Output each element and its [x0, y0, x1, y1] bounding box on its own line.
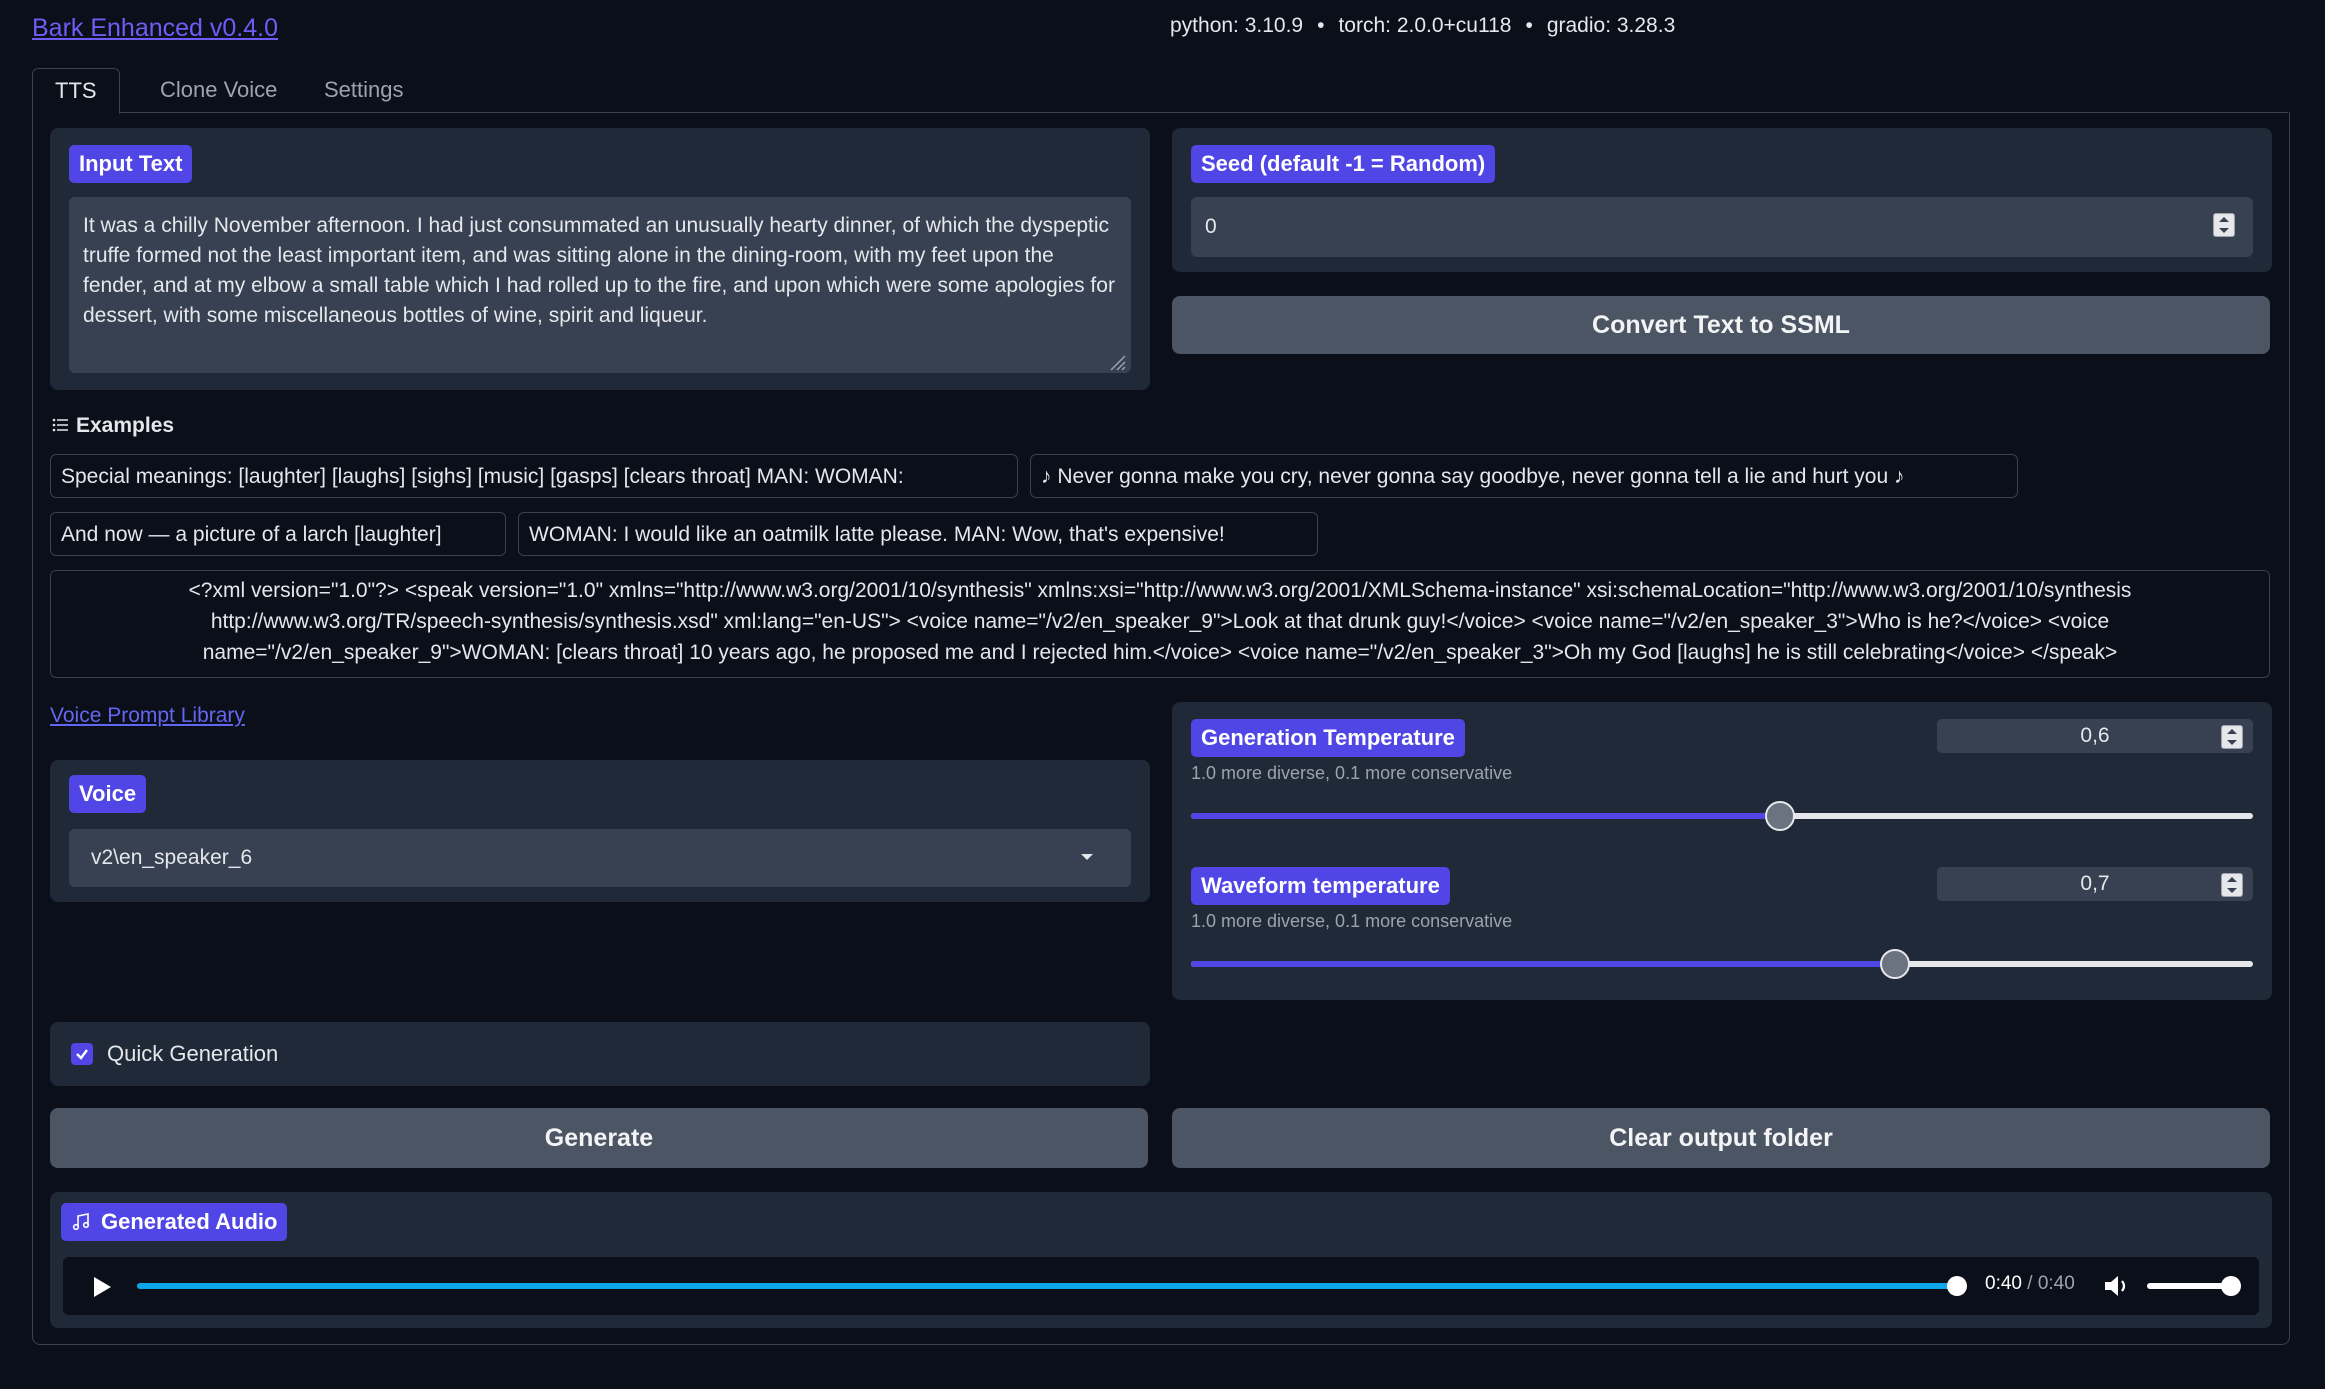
voice-select[interactable]: v2\en_speaker_6	[69, 829, 1131, 887]
list-icon	[52, 414, 68, 438]
quick-generation-label: Quick Generation	[107, 1041, 279, 1066]
app-title-link[interactable]: Bark Enhanced v0.4.0	[32, 14, 278, 43]
version-info: python: 3.10.9 • torch: 2.0.0+cu118 • gradio…	[1170, 14, 1675, 38]
generation-temperature-value: 0,6	[2080, 724, 2110, 747]
voice-label: Voice	[69, 775, 147, 813]
generation-temperature-slider[interactable]	[1191, 801, 2253, 831]
waveform-temperature-slider[interactable]	[1191, 949, 2253, 979]
quick-generation-block: Quick Generation	[50, 1022, 1150, 1086]
volume-thumb[interactable]	[2221, 1276, 2241, 1296]
slider-thumb[interactable]	[1765, 801, 1796, 831]
voice-prompt-library-link[interactable]: Voice Prompt Library	[50, 704, 245, 728]
voice-selected-value: v2\en_speaker_6	[91, 846, 253, 869]
example-item[interactable]: ♪ Never gonna make you cry, never gonna …	[1030, 454, 2018, 498]
waveform-temperature-value: 0,7	[2080, 872, 2110, 895]
clear-output-folder-button[interactable]: Clear output folder	[1172, 1108, 2270, 1168]
seed-value: 0	[1205, 215, 1217, 238]
audio-progress-fill	[137, 1283, 1957, 1289]
waveform-temperature-spinner-icon[interactable]	[2221, 873, 2243, 897]
waveform-temperature-label: Waveform temperature	[1191, 867, 1450, 905]
slider-fill	[1191, 813, 1781, 819]
generation-temperature-info: 1.0 more diverse, 0.1 more conservative	[1191, 763, 1513, 783]
waveform-temperature-input[interactable]: 0,7	[1937, 867, 2253, 901]
input-text-area[interactable]: It was a chilly November afternoon. I ha…	[69, 197, 1131, 373]
audio-progress-bar[interactable]	[137, 1276, 1967, 1296]
examples-label: Examples	[76, 414, 175, 437]
generated-audio-label: Generated Audio	[61, 1203, 288, 1241]
python-version: python: 3.10.9	[1170, 14, 1304, 37]
generated-audio-label-text: Generated Audio	[101, 1209, 278, 1234]
tab-tts[interactable]: TTS	[32, 68, 120, 114]
music-note-icon	[72, 1213, 90, 1231]
seed-block: Seed (default -1 = Random) 0	[1172, 128, 2272, 272]
audio-time: 0:40 / 0:40	[1985, 1273, 2075, 1295]
gradio-version: gradio: 3.28.3	[1546, 14, 1676, 37]
audio-current-time: 0:40	[1985, 1273, 2022, 1294]
torch-version: torch: 2.0.0+cu118	[1338, 14, 1512, 37]
example-item[interactable]: <?xml version="1.0"?> <speak version="1.…	[50, 570, 2270, 678]
quick-generation-checkbox[interactable]	[71, 1043, 93, 1065]
voice-block: Voice v2\en_speaker_6	[50, 760, 1150, 902]
play-icon[interactable]	[91, 1275, 113, 1299]
volume-fill	[2147, 1283, 2231, 1289]
slider-fill	[1191, 961, 1896, 967]
input-text-block: Input Text It was a chilly November afte…	[50, 128, 1150, 390]
volume-icon[interactable]	[2103, 1273, 2131, 1299]
resize-handle-icon[interactable]	[1109, 354, 1127, 372]
tab-bar: TTS Clone Voice Settings	[32, 68, 2288, 114]
generation-temperature-spinner-icon[interactable]	[2221, 725, 2243, 749]
seed-label: Seed (default -1 = Random)	[1191, 145, 1496, 183]
input-text-label: Input Text	[69, 145, 193, 183]
volume-slider[interactable]	[2147, 1276, 2241, 1296]
generate-button[interactable]: Generate	[50, 1108, 1148, 1168]
convert-to-ssml-button[interactable]: Convert Text to SSML	[1172, 296, 2270, 354]
seed-spinner-icon[interactable]	[2213, 213, 2235, 237]
example-item[interactable]: And now — a picture of a larch [laughter…	[50, 512, 506, 556]
temperature-block: Generation Temperature 0,6 1.0 more dive…	[1172, 702, 2272, 1000]
tab-settings[interactable]: Settings	[302, 68, 426, 112]
time-separator: /	[2027, 1273, 2033, 1294]
audio-total-time: 0:40	[2037, 1273, 2075, 1294]
generation-temperature-input[interactable]: 0,6	[1937, 719, 2253, 753]
generation-temperature-label: Generation Temperature	[1191, 719, 1465, 757]
separator: •	[1525, 14, 1533, 37]
slider-thumb[interactable]	[1880, 949, 1911, 979]
generated-audio-block: Generated Audio 0:40 / 0:40	[50, 1192, 2272, 1328]
audio-player: 0:40 / 0:40	[63, 1257, 2259, 1315]
seed-input[interactable]: 0	[1191, 197, 2253, 257]
examples-header: Examples	[52, 414, 174, 438]
audio-progress-thumb[interactable]	[1947, 1276, 1967, 1296]
separator: •	[1317, 14, 1325, 37]
waveform-temperature-info: 1.0 more diverse, 0.1 more conservative	[1191, 911, 1513, 931]
chevron-down-icon[interactable]	[1081, 854, 1093, 860]
checkmark-icon	[76, 1049, 88, 1060]
example-item[interactable]: Special meanings: [laughter] [laughs] [s…	[50, 454, 1018, 498]
example-item[interactable]: WOMAN: I would like an oatmilk latte ple…	[518, 512, 1318, 556]
tab-clone-voice[interactable]: Clone Voice	[138, 68, 299, 112]
